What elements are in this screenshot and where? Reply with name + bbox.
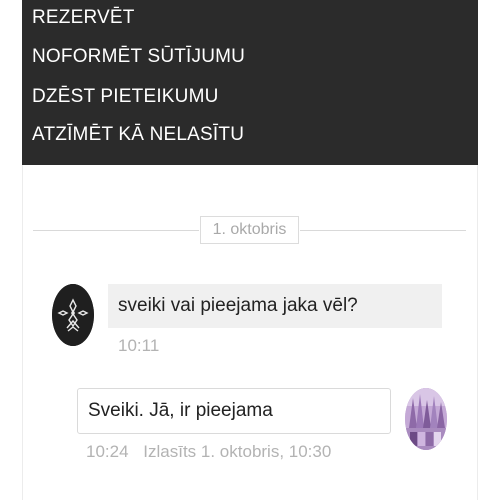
- incoming-message-time: 10:11: [118, 336, 160, 355]
- menu-item-delete-request[interactable]: DZĒST PIETEIKUMU: [32, 82, 219, 112]
- outgoing-message-time: 10:24: [86, 442, 129, 461]
- context-menu: REZERVĒT NOFORMĒT SŪTĪJUMU DZĒST PIETEIK…: [22, 0, 478, 165]
- user-photo-avatar[interactable]: [405, 388, 447, 450]
- seller-logo-graphic: [52, 284, 94, 346]
- menu-item-reserve[interactable]: REZERVĒT: [32, 3, 135, 33]
- outgoing-message-bubble[interactable]: Sveiki. Jā, ir pieejama: [77, 388, 391, 434]
- incoming-message-bubble[interactable]: sveiki vai pieejama jaka vēl?: [108, 284, 442, 328]
- chat-screen: REZERVĒT NOFORMĒT SŪTĪJUMU DZĒST PIETEIK…: [0, 0, 500, 500]
- seller-logo-icon[interactable]: [52, 284, 94, 346]
- date-divider-line-right: [300, 230, 466, 231]
- menu-item-arrange-shipment[interactable]: NOFORMĒT SŪTĪJUMU: [32, 42, 245, 72]
- menu-item-mark-unread[interactable]: ATZĪMĒT KĀ NELASĪTU: [32, 120, 244, 150]
- outgoing-message-meta: 10:24 Izlasīts 1. oktobris, 10:30: [86, 442, 331, 462]
- user-photo-graphic: [405, 388, 447, 450]
- date-divider: 1. oktobris: [200, 216, 299, 244]
- read-status: Izlasīts 1. oktobris, 10:30: [143, 442, 332, 461]
- date-divider-line-left: [33, 230, 199, 231]
